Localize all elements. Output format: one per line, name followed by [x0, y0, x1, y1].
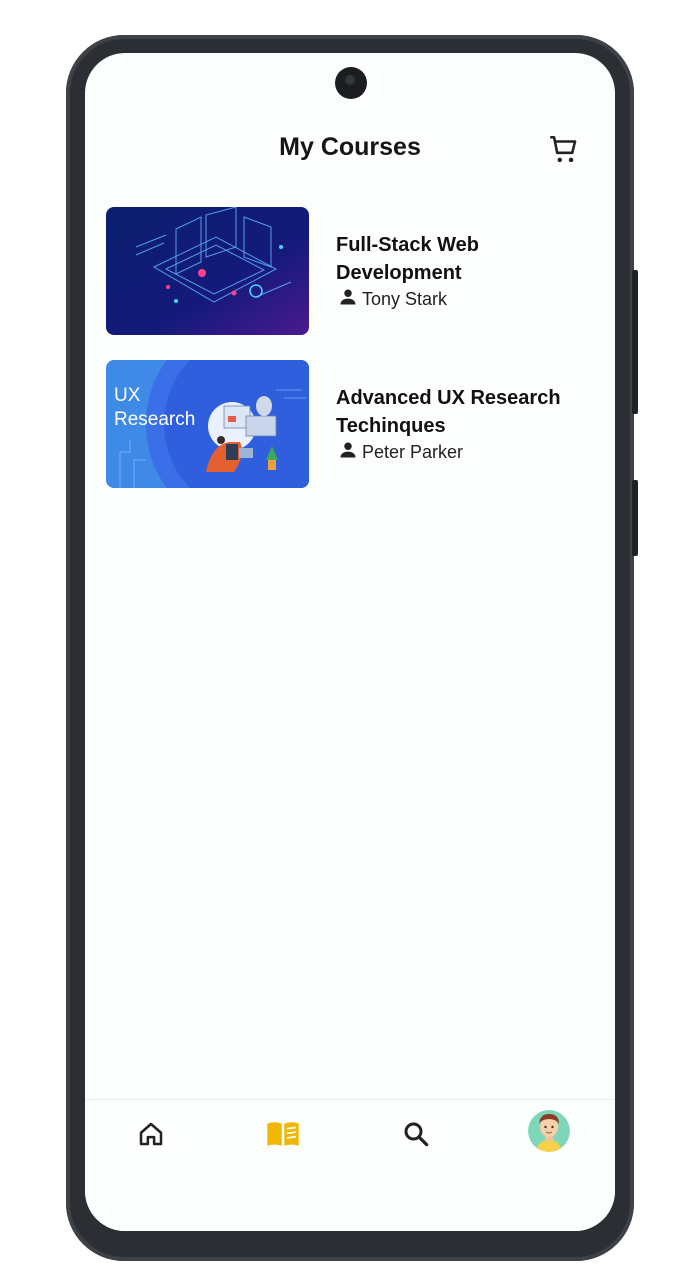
search-icon[interactable] [396, 1114, 436, 1154]
page-title: My Courses [279, 133, 421, 161]
front-camera [335, 67, 367, 99]
home-icon[interactable] [131, 1114, 171, 1154]
thumbnail-text: UX [114, 385, 141, 406]
profile-avatar[interactable] [528, 1110, 570, 1152]
course-title: Advanced UX Research Techinques [336, 387, 561, 437]
thumbnail-text: Research [114, 409, 196, 430]
course-author: Tony Stark [338, 288, 447, 310]
power-button [632, 480, 638, 556]
bottom-navigation [85, 1099, 615, 1231]
person-icon [338, 287, 358, 312]
book-icon[interactable] [263, 1114, 303, 1154]
cart-icon[interactable] [547, 133, 581, 167]
course-thumbnail: UX Research [106, 360, 309, 488]
app-screen: My Courses Full-Stack Web Development To… [85, 53, 615, 1231]
author-name: Tony Stark [362, 288, 448, 309]
author-name: Peter Parker [362, 441, 464, 462]
course-item[interactable]: Full-Stack Web Development Tony Stark [106, 207, 586, 335]
person-icon [338, 440, 358, 465]
course-title: Full-Stack Web Development [336, 234, 479, 284]
course-item[interactable]: UX Research Advanced UX Research Techinq… [106, 360, 586, 488]
course-thumbnail [106, 207, 309, 335]
volume-button [632, 270, 638, 414]
course-author: Peter Parker [338, 441, 463, 463]
